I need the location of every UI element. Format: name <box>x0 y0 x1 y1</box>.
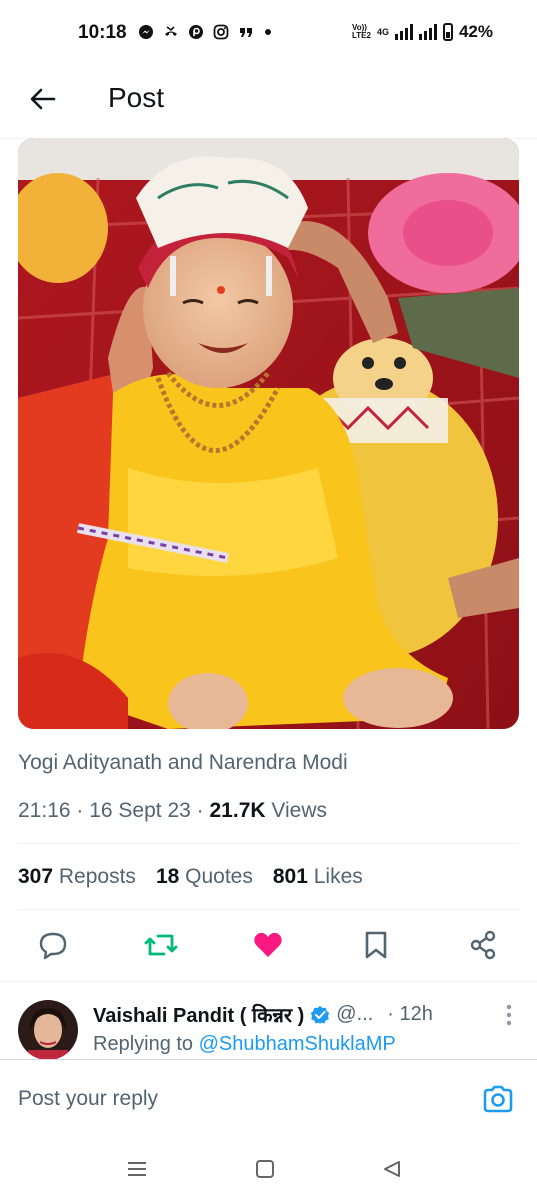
back-nav-button[interactable] <box>378 1155 406 1183</box>
status-right: Vo)) LTE2 4G 42% <box>352 22 493 42</box>
bookmark-button[interactable] <box>356 922 396 968</box>
system-nav-bar <box>0 1137 537 1200</box>
like-button[interactable] <box>248 922 288 968</box>
reply-author-name[interactable]: Vaishali Pandit ( किन्नर ) <box>93 1001 304 1028</box>
signal-1-icon <box>394 24 413 40</box>
triangle-back-icon <box>384 1161 400 1177</box>
reply-header: Vaishali Pandit ( किन्नर ) @... · 12h <box>93 1001 433 1028</box>
signal-2-icon <box>418 24 437 40</box>
notification-icons <box>138 24 271 40</box>
divider <box>18 843 519 844</box>
reply-composer[interactable]: Post your reply <box>0 1059 537 1138</box>
repost-button[interactable] <box>141 922 181 968</box>
comment-icon <box>39 932 67 960</box>
likes-stat[interactable]: 801 Likes <box>273 865 363 889</box>
menu-lines-icon <box>128 1162 146 1176</box>
more-dot-icon <box>265 29 271 35</box>
post-header: Post <box>0 68 537 139</box>
quote-icon <box>240 28 252 37</box>
divider <box>18 909 519 910</box>
post-actions <box>0 922 537 970</box>
network-type: 4G <box>376 27 389 37</box>
views-label: Views <box>271 799 328 822</box>
share-button[interactable] <box>463 922 503 968</box>
reply-author-handle[interactable]: @... <box>336 1003 373 1026</box>
heart-filled-icon <box>254 932 282 957</box>
replying-prefix: Replying to <box>93 1033 194 1055</box>
post-date: 16 Sept 23 <box>89 799 191 822</box>
page-title: Post <box>108 82 165 113</box>
back-arrow-icon[interactable] <box>26 82 60 116</box>
instagram-icon <box>213 24 229 40</box>
bookmark-icon <box>365 931 387 959</box>
post-image[interactable] <box>18 138 519 729</box>
post-stats: 307 Reposts 18 Quotes 801 Likes <box>18 865 363 889</box>
square-icon <box>256 1160 274 1178</box>
more-vertical-icon[interactable] <box>505 1004 513 1026</box>
avatar[interactable] <box>18 1000 78 1060</box>
reply-button[interactable] <box>33 922 73 968</box>
status-time: 10:18 <box>78 22 127 43</box>
home-button[interactable] <box>251 1155 279 1183</box>
missed-call-icon <box>165 26 177 36</box>
share-icon <box>470 930 496 960</box>
status-bar: 10:18 Vo)) LTE2 4G 42% <box>0 0 537 68</box>
reposts-stat[interactable]: 307 Reposts <box>18 865 136 889</box>
replying-to: Replying to @ShubhamShuklaMP <box>93 1033 396 1056</box>
quotes-stat[interactable]: 18 Quotes <box>156 865 253 889</box>
avatar-image <box>18 1000 78 1060</box>
camera-icon[interactable] <box>481 1082 515 1116</box>
verified-badge-icon <box>311 1005 330 1024</box>
views-count: 21.7K <box>209 799 266 822</box>
replying-to-link[interactable]: @ShubhamShuklaMP <box>199 1033 396 1055</box>
recent-apps-button[interactable] <box>123 1155 151 1183</box>
post-meta: 21:16 · 16 Sept 23 · 21.7K Views <box>18 799 328 822</box>
post-caption: Yogi Adityanath and Narendra Modi <box>18 751 348 774</box>
post-time: 21:16 <box>18 799 71 822</box>
volte-indicator: Vo)) LTE2 <box>351 23 371 40</box>
battery-icon <box>442 23 453 41</box>
repost-icon <box>144 934 178 956</box>
reply-item[interactable]: Vaishali Pandit ( किन्नर ) @... · 12h Re… <box>0 981 537 1060</box>
post-photo-illustration <box>18 138 519 729</box>
messenger-icon <box>139 25 153 39</box>
reply-time: · 12h <box>387 1003 433 1025</box>
reply-input[interactable]: Post your reply <box>18 1087 158 1111</box>
battery-percent: 42% <box>458 22 493 41</box>
picsart-icon <box>189 25 203 39</box>
